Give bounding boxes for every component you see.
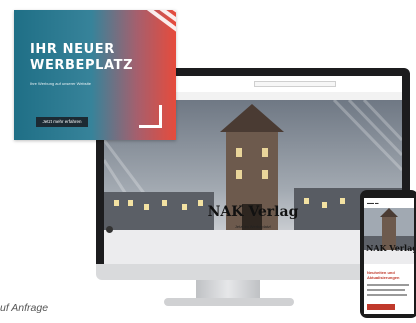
phone-logo-icon: ▬▬ ▬ bbox=[367, 201, 379, 205]
phone-cta-button[interactable] bbox=[367, 304, 395, 310]
corner-bracket-icon bbox=[139, 105, 162, 128]
caption-text: uf Anfrage bbox=[0, 302, 49, 314]
ad-banner[interactable]: IHR NEUER WERBEPLATZ Ihre Werbung auf un… bbox=[14, 10, 176, 140]
phone-screen: ▬▬ ▬ NAK Verlag Neuheiten und Aktualisie… bbox=[364, 198, 414, 314]
phone-hero-image bbox=[364, 208, 414, 264]
ad-title: IHR NEUER WERBEPLATZ bbox=[30, 42, 133, 74]
phone-hero-title: NAK Verlag bbox=[366, 243, 414, 253]
text-line bbox=[367, 294, 407, 296]
ad-subtitle: Ihre Werbung auf unserer Website bbox=[30, 81, 91, 86]
phone-headline: Neuheiten und Aktualisierungen bbox=[367, 270, 400, 280]
hero-title: NAK Verlag bbox=[207, 204, 299, 220]
hero-subtitle: Jetzt im Werbeplatz! bbox=[234, 224, 272, 229]
ad-title-line2: WERBEPLATZ bbox=[30, 58, 134, 73]
monitor-base bbox=[164, 298, 294, 306]
chat-bubble-icon[interactable] bbox=[106, 226, 113, 233]
text-line bbox=[367, 284, 409, 286]
monitor-stand bbox=[196, 280, 260, 300]
ad-title-line1: IHR NEUER bbox=[30, 42, 115, 57]
ad-cta-button[interactable]: Jetzt mehr erfahren bbox=[36, 117, 88, 127]
site-search-input[interactable] bbox=[254, 81, 336, 87]
text-line bbox=[367, 289, 405, 291]
